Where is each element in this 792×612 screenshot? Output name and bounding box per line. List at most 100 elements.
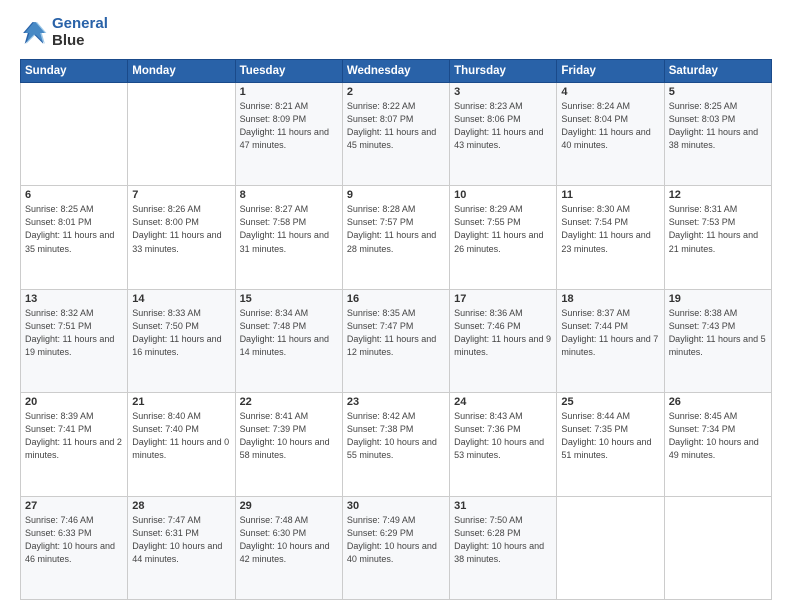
day-number: 20	[25, 396, 123, 408]
calendar-cell: 11 Sunrise: 8:30 AM Sunset: 7:54 PM Dayli…	[557, 186, 664, 289]
weekday-header-friday: Friday	[557, 60, 664, 83]
day-info: Sunrise: 8:24 AM Sunset: 8:04 PM Dayligh…	[561, 100, 659, 152]
calendar-cell: 20 Sunrise: 8:39 AM Sunset: 7:41 PM Dayli…	[21, 393, 128, 496]
day-number: 8	[240, 189, 338, 201]
header: General Blue	[20, 16, 772, 49]
logo: General Blue	[20, 16, 108, 49]
day-info: Sunrise: 7:48 AM Sunset: 6:30 PM Dayligh…	[240, 514, 338, 566]
day-info: Sunrise: 8:35 AM Sunset: 7:47 PM Dayligh…	[347, 307, 445, 359]
day-number: 28	[132, 500, 230, 512]
weekday-header-sunday: Sunday	[21, 60, 128, 83]
calendar-cell: 23 Sunrise: 8:42 AM Sunset: 7:38 PM Dayli…	[342, 393, 449, 496]
day-number: 17	[454, 293, 552, 305]
day-info: Sunrise: 8:43 AM Sunset: 7:36 PM Dayligh…	[454, 410, 552, 462]
day-number: 22	[240, 396, 338, 408]
day-info: Sunrise: 8:27 AM Sunset: 7:58 PM Dayligh…	[240, 203, 338, 255]
day-info: Sunrise: 8:37 AM Sunset: 7:44 PM Dayligh…	[561, 307, 659, 359]
day-number: 11	[561, 189, 659, 201]
calendar-cell: 16 Sunrise: 8:35 AM Sunset: 7:47 PM Dayli…	[342, 289, 449, 392]
day-info: Sunrise: 8:28 AM Sunset: 7:57 PM Dayligh…	[347, 203, 445, 255]
day-number: 14	[132, 293, 230, 305]
day-info: Sunrise: 7:47 AM Sunset: 6:31 PM Dayligh…	[132, 514, 230, 566]
weekday-header-saturday: Saturday	[664, 60, 771, 83]
day-number: 24	[454, 396, 552, 408]
day-number: 13	[25, 293, 123, 305]
calendar-cell: 15 Sunrise: 8:34 AM Sunset: 7:48 PM Dayli…	[235, 289, 342, 392]
calendar-cell: 6 Sunrise: 8:25 AM Sunset: 8:01 PM Daylig…	[21, 186, 128, 289]
calendar-cell: 21Sunrise: 8:40 AM Sunset: 7:40 PM Dayli…	[128, 393, 235, 496]
weekday-header-tuesday: Tuesday	[235, 60, 342, 83]
logo-text: General Blue	[52, 16, 108, 49]
day-info: Sunrise: 8:42 AM Sunset: 7:38 PM Dayligh…	[347, 410, 445, 462]
day-info: Sunrise: 8:44 AM Sunset: 7:35 PM Dayligh…	[561, 410, 659, 462]
calendar-cell: 19Sunrise: 8:38 AM Sunset: 7:43 PM Dayli…	[664, 289, 771, 392]
day-info: Sunrise: 8:34 AM Sunset: 7:48 PM Dayligh…	[240, 307, 338, 359]
calendar-cell	[557, 496, 664, 599]
day-info: Sunrise: 8:45 AM Sunset: 7:34 PM Dayligh…	[669, 410, 767, 462]
day-info: Sunrise: 8:31 AM Sunset: 7:53 PM Dayligh…	[669, 203, 767, 255]
day-number: 2	[347, 86, 445, 98]
day-info: Sunrise: 8:29 AM Sunset: 7:55 PM Dayligh…	[454, 203, 552, 255]
day-info: Sunrise: 8:21 AM Sunset: 8:09 PM Dayligh…	[240, 100, 338, 152]
day-info: Sunrise: 7:46 AM Sunset: 6:33 PM Dayligh…	[25, 514, 123, 566]
day-info: Sunrise: 8:36 AM Sunset: 7:46 PM Dayligh…	[454, 307, 552, 359]
calendar-week-4: 27 Sunrise: 7:46 AM Sunset: 6:33 PM Dayli…	[21, 496, 772, 599]
page: General Blue SundayMondayTuesdayWednesda…	[0, 0, 792, 612]
day-info: Sunrise: 8:25 AM Sunset: 8:03 PM Dayligh…	[669, 100, 767, 152]
day-number: 4	[561, 86, 659, 98]
day-number: 5	[669, 86, 767, 98]
day-info: Sunrise: 8:38 AM Sunset: 7:43 PM Dayligh…	[669, 307, 767, 359]
day-number: 6	[25, 189, 123, 201]
calendar-week-1: 6 Sunrise: 8:25 AM Sunset: 8:01 PM Daylig…	[21, 186, 772, 289]
calendar-body: 1 Sunrise: 8:21 AM Sunset: 8:09 PM Daylig…	[21, 83, 772, 600]
calendar-week-2: 13Sunrise: 8:32 AM Sunset: 7:51 PM Dayli…	[21, 289, 772, 392]
calendar-cell: 25 Sunrise: 8:44 AM Sunset: 7:35 PM Dayli…	[557, 393, 664, 496]
weekday-header-wednesday: Wednesday	[342, 60, 449, 83]
calendar-cell	[664, 496, 771, 599]
calendar-cell: 14 Sunrise: 8:33 AM Sunset: 7:50 PM Dayli…	[128, 289, 235, 392]
day-number: 12	[669, 189, 767, 201]
day-number: 3	[454, 86, 552, 98]
day-number: 9	[347, 189, 445, 201]
day-number: 15	[240, 293, 338, 305]
day-number: 30	[347, 500, 445, 512]
calendar-cell: 3 Sunrise: 8:23 AM Sunset: 8:06 PM Daylig…	[450, 83, 557, 186]
day-info: Sunrise: 8:33 AM Sunset: 7:50 PM Dayligh…	[132, 307, 230, 359]
day-info: Sunrise: 8:25 AM Sunset: 8:01 PM Dayligh…	[25, 203, 123, 255]
day-number: 10	[454, 189, 552, 201]
calendar-cell: 30 Sunrise: 7:49 AM Sunset: 6:29 PM Dayli…	[342, 496, 449, 599]
logo-icon	[20, 19, 48, 47]
day-info: Sunrise: 8:39 AM Sunset: 7:41 PM Dayligh…	[25, 410, 123, 462]
calendar-cell: 17 Sunrise: 8:36 AM Sunset: 7:46 PM Dayli…	[450, 289, 557, 392]
day-number: 25	[561, 396, 659, 408]
day-info: Sunrise: 8:23 AM Sunset: 8:06 PM Dayligh…	[454, 100, 552, 152]
day-info: Sunrise: 8:30 AM Sunset: 7:54 PM Dayligh…	[561, 203, 659, 255]
day-info: Sunrise: 7:49 AM Sunset: 6:29 PM Dayligh…	[347, 514, 445, 566]
calendar-cell: 8 Sunrise: 8:27 AM Sunset: 7:58 PM Daylig…	[235, 186, 342, 289]
calendar-cell: 18Sunrise: 8:37 AM Sunset: 7:44 PM Dayli…	[557, 289, 664, 392]
calendar-cell: 31 Sunrise: 7:50 AM Sunset: 6:28 PM Dayli…	[450, 496, 557, 599]
calendar-cell: 26 Sunrise: 8:45 AM Sunset: 7:34 PM Dayli…	[664, 393, 771, 496]
calendar-cell: 28 Sunrise: 7:47 AM Sunset: 6:31 PM Dayli…	[128, 496, 235, 599]
calendar-cell: 2Sunrise: 8:22 AM Sunset: 8:07 PM Daylig…	[342, 83, 449, 186]
calendar-cell	[21, 83, 128, 186]
calendar-cell: 4 Sunrise: 8:24 AM Sunset: 8:04 PM Daylig…	[557, 83, 664, 186]
weekday-header-monday: Monday	[128, 60, 235, 83]
calendar-cell: 27 Sunrise: 7:46 AM Sunset: 6:33 PM Dayli…	[21, 496, 128, 599]
day-info: Sunrise: 7:50 AM Sunset: 6:28 PM Dayligh…	[454, 514, 552, 566]
day-number: 26	[669, 396, 767, 408]
day-number: 1	[240, 86, 338, 98]
weekday-header-thursday: Thursday	[450, 60, 557, 83]
calendar-cell	[128, 83, 235, 186]
calendar-week-3: 20 Sunrise: 8:39 AM Sunset: 7:41 PM Dayli…	[21, 393, 772, 496]
day-info: Sunrise: 8:41 AM Sunset: 7:39 PM Dayligh…	[240, 410, 338, 462]
day-number: 29	[240, 500, 338, 512]
day-number: 27	[25, 500, 123, 512]
day-number: 16	[347, 293, 445, 305]
calendar-header: SundayMondayTuesdayWednesdayThursdayFrid…	[21, 60, 772, 83]
day-number: 23	[347, 396, 445, 408]
calendar-cell: 24 Sunrise: 8:43 AM Sunset: 7:36 PM Dayli…	[450, 393, 557, 496]
calendar-cell: 1 Sunrise: 8:21 AM Sunset: 8:09 PM Daylig…	[235, 83, 342, 186]
day-number: 31	[454, 500, 552, 512]
day-number: 7	[132, 189, 230, 201]
